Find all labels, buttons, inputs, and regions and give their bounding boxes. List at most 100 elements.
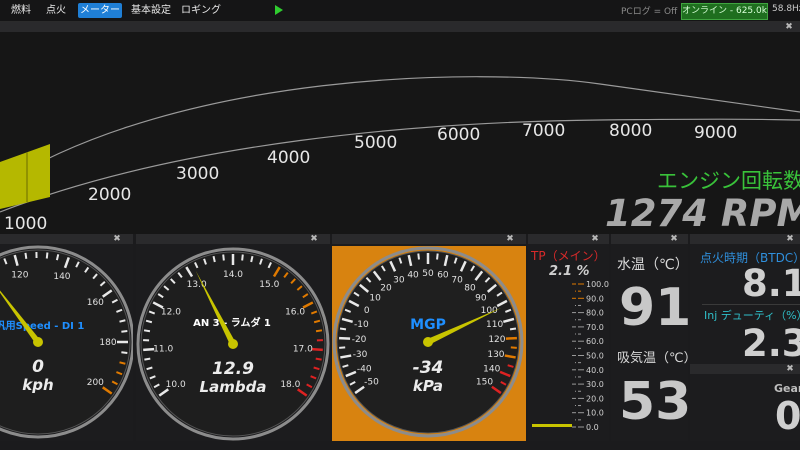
- dial-tick-label: 50: [422, 269, 434, 279]
- close-icon[interactable]: ✖: [670, 235, 678, 244]
- dial-tick-label: -50: [364, 378, 379, 388]
- dial-tick: [212, 255, 216, 263]
- tp-tick-label: 100.0: [586, 280, 609, 289]
- tach-tick-label: 5000: [354, 133, 398, 153]
- menu-fuel[interactable]: 燃料: [6, 3, 36, 18]
- tach-tick-label: 1000: [4, 214, 48, 234]
- close-icon[interactable]: ✖: [506, 235, 514, 244]
- refresh-rate: 58.8Hz: [772, 4, 800, 14]
- tach-tick-label: 6000: [437, 125, 481, 145]
- dial-tick-label: -40: [357, 364, 372, 374]
- dial-tick-label: 11.0: [153, 345, 173, 355]
- tp-tick-label: 10.0: [586, 409, 604, 418]
- dial-tick-label: 180: [99, 338, 116, 348]
- dial-tick-label: 160: [87, 298, 104, 308]
- menu-basic-settings[interactable]: 基本設定: [128, 3, 174, 18]
- dial-tick-label: 110: [486, 320, 503, 330]
- dial-tick: [311, 347, 323, 352]
- dial-tick: [436, 253, 439, 260]
- mgp-gauge-panel: ✖ -50 -40 -30 -20 -10 0 10 20 30 40 50 60 70 80 90 100 1…: [332, 234, 526, 441]
- dial-tick-label: -20: [352, 335, 367, 345]
- menu-logging[interactable]: ロギング: [180, 3, 222, 18]
- dial-tick-label: 140: [483, 364, 500, 374]
- lambda-dial: 10.0 11.0 12.0 13.0 14.0 15.0 16.0 17.0 18.0 AN 3…: [136, 247, 330, 441]
- dial-tick: [121, 351, 128, 354]
- dial-tick-label: 30: [393, 275, 405, 285]
- tp-tick-label: 80.0: [586, 309, 604, 318]
- tach-title: エンジン回転数: [657, 169, 800, 193]
- tp-tick-label: 20.0: [586, 394, 604, 403]
- inj-duty-title: Inj デューティ（%）: [704, 309, 800, 322]
- dial-tick-label: 90: [475, 294, 487, 304]
- tp-bar-gauge: 100.0 90.0 80.0 70.0 60.0 50.0 40.0 30.0 20.0 10.…: [532, 280, 609, 432]
- dial-tick-label: 140: [53, 272, 70, 282]
- dial-tick-label: 17.0: [293, 345, 313, 355]
- dial-hub: [228, 339, 238, 349]
- dial-tick: [509, 327, 517, 331]
- close-icon[interactable]: ✖: [113, 235, 121, 244]
- dial-tick-label: 18.0: [280, 380, 300, 390]
- tach-tick-label: 4000: [267, 148, 311, 168]
- play-icon[interactable]: [275, 5, 283, 15]
- tach-tick-label: 3000: [176, 164, 220, 184]
- temperature-panel: ✖ 水温（℃） 91 吸気温（℃） 53: [611, 234, 697, 441]
- water-temp-title: 水温（℃）: [617, 257, 689, 273]
- dial-tick-label: 150: [476, 378, 493, 388]
- dial-tick-label: 100: [481, 306, 498, 316]
- menu-meter[interactable]: メーター: [78, 3, 122, 18]
- top-menu-bar: 燃料 点火 メーター 基本設定 ロギング PCログ = Off オンライン - …: [0, 0, 800, 22]
- pc-log-status[interactable]: PCログ = Off: [621, 4, 677, 17]
- dial-tick-label: 10: [369, 294, 381, 304]
- dial-tick-label: -30: [353, 350, 368, 360]
- dial-label: AN 3 - ラムダ 1: [193, 316, 271, 329]
- dial-tick: [144, 357, 151, 361]
- dial-tick-label: 70: [451, 275, 463, 285]
- dial-tick-label: 13.0: [187, 280, 207, 290]
- dial-tick-label: 120: [11, 270, 28, 280]
- dial-hub: [33, 337, 43, 347]
- dial-tick: [241, 254, 244, 261]
- tach-value: 1274 RPM: [605, 192, 800, 235]
- tp-level-bar: [532, 423, 572, 427]
- close-icon[interactable]: ✖: [786, 235, 794, 244]
- tach-tick-label: 2000: [88, 185, 132, 205]
- air-temp-title: 吸気温（℃）: [617, 351, 697, 366]
- dial-unit: Lambda: [200, 378, 267, 396]
- dial-unit: kPa: [413, 377, 443, 395]
- inj-duty-value: 2.3: [742, 322, 800, 365]
- tp-tick-label: 60.0: [586, 337, 604, 346]
- dial-tick-label: -10: [354, 320, 369, 330]
- menu-ignition[interactable]: 点火: [41, 3, 71, 18]
- close-icon[interactable]: ✖: [786, 365, 794, 374]
- tach-tick-label: 7000: [522, 121, 566, 141]
- dial-tick-label: 130: [487, 350, 504, 360]
- dial-tick: [119, 361, 126, 365]
- dial-tick-label: 40: [407, 271, 419, 281]
- online-status-badge[interactable]: オンライン - 625.0k: [681, 3, 768, 20]
- tp-tick-label: 50.0: [586, 352, 604, 361]
- dial-tick-label: 120: [488, 335, 505, 345]
- tp-tick-label: 0.0: [586, 423, 599, 432]
- tp-tick-label: 70.0: [586, 323, 604, 332]
- rpm-bar: [0, 144, 50, 209]
- ignition-panel: ✖ 点火時期（BTDC） 8.1 Inj デューティ（%） 2.3: [690, 234, 800, 365]
- dial-tick-label: 200: [87, 378, 104, 388]
- close-icon[interactable]: ✖: [310, 235, 318, 244]
- tachometer-panel: ✖ エンジン回転数 1274 RPM 1000 2000 3000 4000 5000 6…: [0, 22, 800, 235]
- dial-tick-label: 15.0: [259, 280, 279, 290]
- dial-value: 0: [32, 357, 44, 377]
- dial-tick: [339, 327, 347, 331]
- dial-tick-label: 60: [437, 271, 449, 281]
- dial-tick-label: 10.0: [166, 380, 186, 390]
- dial-tick: [45, 252, 49, 259]
- tach-tick-label: 9000: [694, 123, 738, 143]
- tp-panel: ✖ TP（メイン） 2.1 % 100.0 90.0 80.0 70.0 60.0 50.…: [528, 234, 609, 441]
- dial-tick: [119, 319, 126, 323]
- dial-label: MGP: [410, 317, 446, 333]
- dial-tick-label: 0: [364, 306, 370, 316]
- dial-tick: [417, 253, 420, 260]
- dial-tick: [55, 254, 60, 261]
- lambda-gauge-panel: ✖ 10.0 11.0 12.0 13.0 14.0 15.0 16.0 17.0 18.0 AN…: [136, 234, 330, 441]
- dial-tick: [250, 255, 254, 263]
- gear-panel: ✖ Gear 0: [690, 364, 800, 441]
